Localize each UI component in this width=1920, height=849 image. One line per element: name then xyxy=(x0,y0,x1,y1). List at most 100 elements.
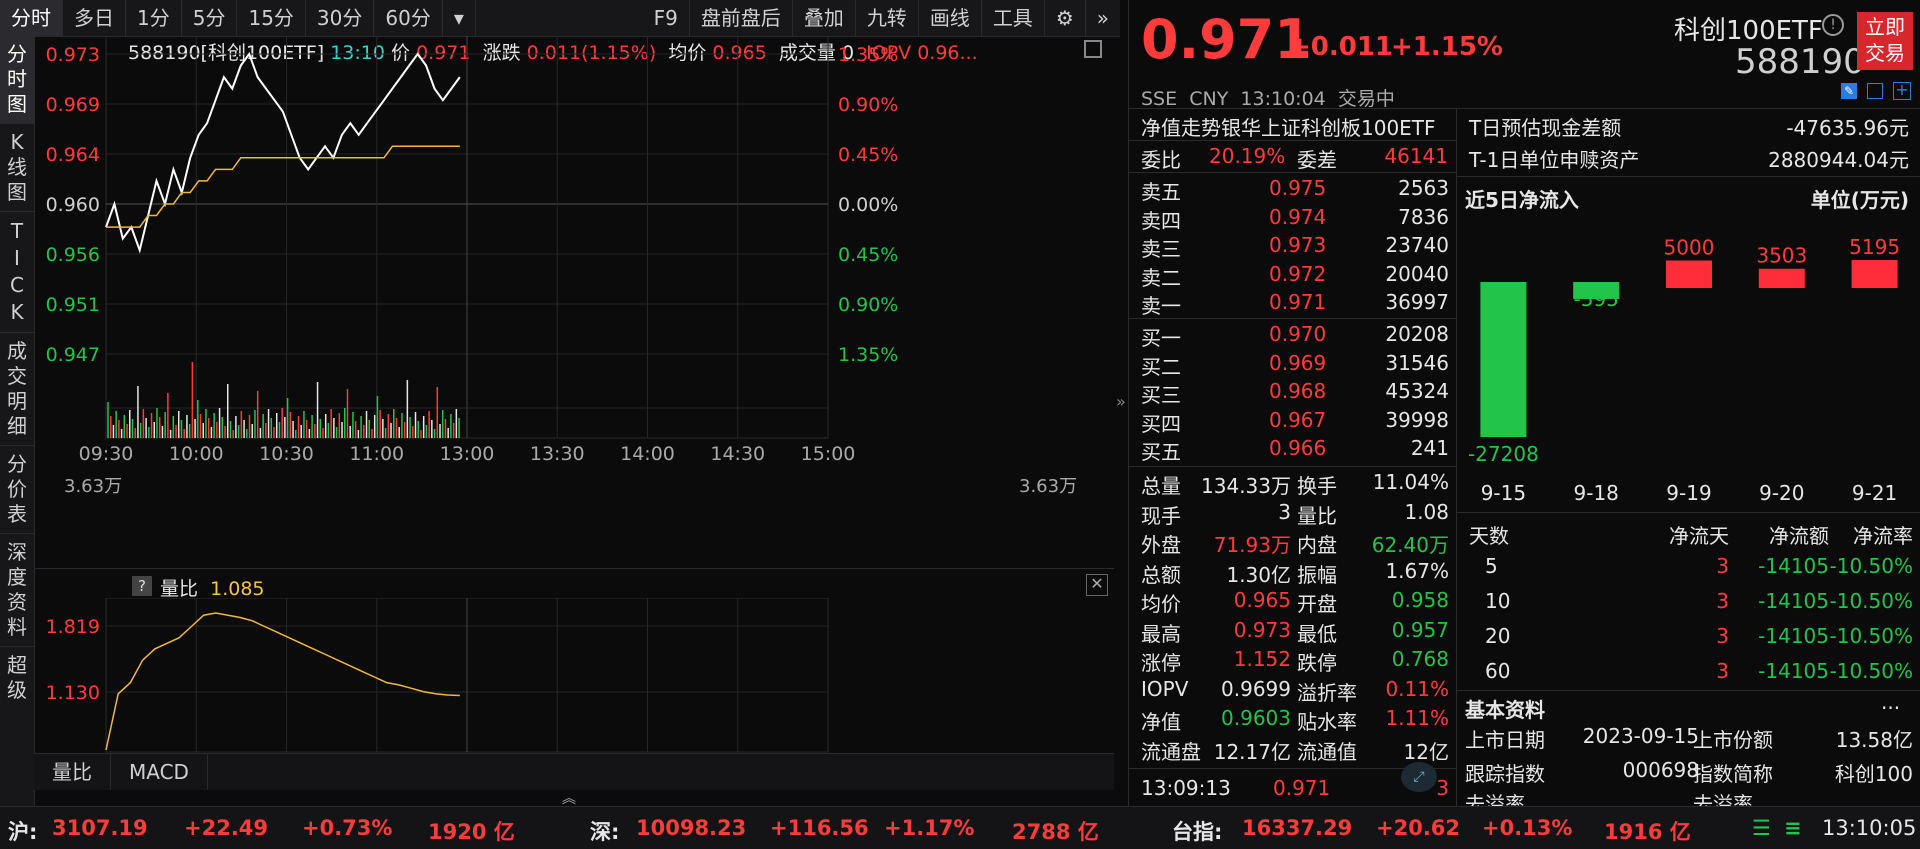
vtab-depth-info[interactable]: 深度资料 xyxy=(0,534,34,647)
time-tick-label: 14:30 xyxy=(710,443,765,465)
vtab-trade-detail[interactable]: 成交明细 xyxy=(0,333,34,446)
collapse-right-panel-icon[interactable]: » xyxy=(1116,392,1126,411)
flow-cell: 5 xyxy=(1485,554,1498,578)
pre-post-market-button[interactable]: 盘前盘后 xyxy=(690,0,793,36)
menu-icon[interactable]: ≡ xyxy=(1784,816,1802,840)
tracked-index-label: 跟踪指数 xyxy=(1465,762,1545,786)
flow-cell: 60 xyxy=(1485,659,1511,683)
tw-index-amount: 1916 亿 xyxy=(1604,820,1691,844)
bid-row[interactable]: 买四 0.967 39998 xyxy=(1129,408,1456,436)
add-icon[interactable]: + xyxy=(1893,82,1911,100)
ask-row[interactable]: 卖五 0.975 2563 xyxy=(1129,176,1456,204)
ratio-help-icon[interactable]: ? xyxy=(132,576,152,596)
flow-table-row: 10 3 -14105 -10.50% xyxy=(1129,589,1920,617)
flow-cell: 3 xyxy=(1716,624,1729,648)
flow-cell: 3 xyxy=(1716,554,1729,578)
intraday-chart[interactable]: 0.973 0.969 0.964 0.960 0.956 0.951 0.947 1.35… xyxy=(34,36,1114,561)
double-chevron-right-icon[interactable]: » xyxy=(1086,0,1120,36)
order-price: 0.970 xyxy=(1269,322,1327,346)
inflow-date-label: 9-15 xyxy=(1481,481,1526,505)
order-volume: 20208 xyxy=(1385,322,1449,346)
stat-value: 12.17亿 xyxy=(1213,739,1291,764)
tw-index-change: +20.62 xyxy=(1376,816,1461,840)
tab-5min[interactable]: 5分 xyxy=(182,0,238,36)
basic-info-more[interactable]: ... xyxy=(1881,690,1900,714)
chevron-up-icon[interactable]: ︽ xyxy=(562,788,576,808)
weibi-label: 委比 xyxy=(1141,148,1181,172)
time-tick-label: 11:00 xyxy=(349,443,404,465)
close-panel-icon[interactable]: ✕ xyxy=(1086,574,1108,596)
popout-icon[interactable] xyxy=(1867,83,1883,99)
flow-unit: 单位(万元) xyxy=(1810,188,1909,212)
draw-line-button[interactable]: 画线 xyxy=(919,0,982,36)
inflow-value-label: -595 xyxy=(1574,287,1619,311)
vtab-intraday[interactable]: 分时图 xyxy=(0,36,34,124)
nine-turn-button[interactable]: 九转 xyxy=(856,0,919,36)
info-icon[interactable]: ! xyxy=(1822,14,1844,36)
order-volume: 241 xyxy=(1410,436,1449,460)
order-level-label: 卖三 xyxy=(1141,237,1181,261)
inflow-date-label: 9-21 xyxy=(1852,481,1897,505)
bid-row[interactable]: 买二 0.969 31546 xyxy=(1129,351,1456,379)
expand-ticks-icon[interactable]: ⤢ xyxy=(1401,762,1437,792)
order-volume: 7836 xyxy=(1398,204,1449,229)
bid-row[interactable]: 买五 0.966 241 xyxy=(1129,436,1456,464)
ratio-tick-label: 1.130 xyxy=(46,682,100,704)
vtab-tick[interactable]: TICK xyxy=(0,212,34,333)
flow-cell: -10.50% xyxy=(1829,624,1913,648)
bid-row[interactable]: 买一 0.970 20208 xyxy=(1129,322,1456,350)
price-change: +0.011 xyxy=(1289,32,1394,62)
vtab-super[interactable]: 超级 xyxy=(0,647,34,709)
list-view-icon[interactable]: ☰ xyxy=(1752,816,1771,840)
ask-row[interactable]: 卖二 0.972 20040 xyxy=(1129,262,1456,290)
price-tick-label: 0.960 xyxy=(46,194,100,216)
order-price: 0.971 xyxy=(1269,290,1327,314)
order-price: 0.974 xyxy=(1269,204,1327,229)
tab-macd[interactable]: MACD xyxy=(111,754,208,790)
tools-button[interactable]: 工具 xyxy=(982,0,1045,36)
tab-multi-day[interactable]: 多日 xyxy=(63,0,126,36)
pct-tick-label: 0.45% xyxy=(838,244,898,266)
overlay-button[interactable]: 叠加 xyxy=(793,0,856,36)
ask-row[interactable]: 卖一 0.971 36997 xyxy=(1129,290,1456,318)
flow-cell: 20 xyxy=(1485,624,1511,648)
tw-index-value: 16337.29 xyxy=(1242,816,1353,840)
bid-row[interactable]: 买三 0.968 45324 xyxy=(1129,379,1456,407)
gear-icon[interactable]: ⚙ xyxy=(1045,0,1086,36)
flow-cell: -14105 xyxy=(1758,554,1829,578)
ratio-tick-label: 1.819 xyxy=(46,616,100,638)
tab-15min[interactable]: 15分 xyxy=(237,0,306,36)
time-tick-label: 13:30 xyxy=(530,443,585,465)
trade-now-button[interactable]: 立即交易 xyxy=(1857,12,1913,70)
tab-volume-ratio[interactable]: 量比 xyxy=(34,754,111,790)
tab-60min[interactable]: 60分 xyxy=(374,0,443,36)
stat-label: 换手 xyxy=(1297,474,1337,498)
weicha-label: 委差 xyxy=(1297,148,1337,172)
tab-1min[interactable]: 1分 xyxy=(126,0,182,36)
order-price: 0.968 xyxy=(1269,379,1327,403)
order-level-label: 买三 xyxy=(1141,383,1181,407)
ask-row[interactable]: 卖三 0.973 23740 xyxy=(1129,233,1456,261)
edit-icon[interactable]: ✎ xyxy=(1841,83,1857,99)
order-volume: 2563 xyxy=(1398,176,1449,200)
pct-tick-label: 1.35% xyxy=(838,44,898,66)
volume-ratio-chart[interactable]: 1.819 1.130 xyxy=(34,598,1114,753)
tab-fenshi[interactable]: 分时 xyxy=(0,0,63,36)
period-dropdown-icon[interactable]: ▾ xyxy=(443,0,476,36)
order-level-label: 卖二 xyxy=(1141,265,1181,290)
tab-30min[interactable]: 30分 xyxy=(306,0,375,36)
vtab-kline[interactable]: K线图 xyxy=(0,124,34,212)
vtab-price-table[interactable]: 分价表 xyxy=(0,446,34,534)
nav-trend-title[interactable]: 净值走势 xyxy=(1141,116,1221,140)
ask-row[interactable]: 卖四 0.974 7836 xyxy=(1129,204,1456,233)
flow-column-header: 天数 xyxy=(1469,524,1509,548)
price-lines xyxy=(105,51,461,254)
price-change-pct: +1.15% xyxy=(1391,32,1503,62)
f9-button[interactable]: F9 xyxy=(643,0,690,36)
inflow-value-label: -27208 xyxy=(1468,442,1539,466)
stat-label: 总量 xyxy=(1141,474,1181,498)
time-tick-label: 15:00 xyxy=(801,443,856,465)
stats-row: 总量 134.33万 换手 11.04% xyxy=(1129,470,1456,498)
flow-table-row: 5 3 -14105 -10.50% xyxy=(1129,554,1920,582)
price-line xyxy=(105,51,461,254)
